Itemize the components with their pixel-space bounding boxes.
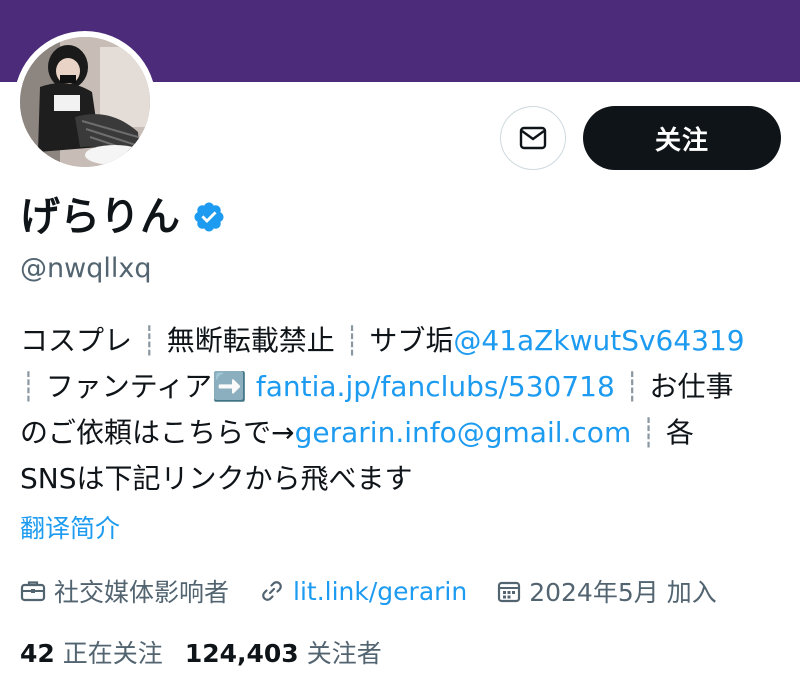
follow-stats: 42 正在关注 124,403 关注者 [20,632,404,672]
mention-link[interactable]: @41aZkwutSv64319 [453,324,744,357]
following-label: 正在关注 [62,639,163,668]
avatar-border [14,31,156,173]
bio-separator: ┊ [640,416,657,449]
bio-text: SNSは下記リンクから飛べます [20,462,413,495]
bio-line-2: ┊ ファンティア➡️ fantia.jp/fanclubs/530718 ┊ お… [20,364,790,410]
name-row: げらりん [20,190,226,244]
right-arrow-emoji: ➡️ [212,370,247,403]
avatar[interactable] [20,37,150,167]
following-count: 42 [20,639,55,668]
bio-text: 各 [665,416,694,449]
bio-text: のご依頼はこちらで→ [20,416,295,449]
followers-label: 关注者 [306,639,382,668]
link-icon [262,581,282,601]
bio-text: サブ垢 [369,324,454,357]
bio-line-1: コスプレ ┊ 無断転載禁止 ┊ サブ垢@41aZkwutSv64319 [20,318,790,364]
category-label: 社交媒体影响者 [54,578,230,607]
followers-count: 124,403 [184,639,299,668]
user-handle: @nwqllxq [20,253,152,284]
bio-text: お仕事 [649,370,734,403]
website-link[interactable]: lit.link/gerarin [293,577,467,606]
website-item[interactable]: lit.link/gerarin [259,577,467,606]
bio-separator: ┊ [623,370,641,403]
follow-button[interactable]: 关注 [583,106,781,170]
message-button[interactable] [500,106,566,170]
mail-icon [519,126,547,150]
bio-separator: ┊ [20,370,37,403]
bio-line-4: SNSは下記リンクから飛べます [20,456,790,502]
profile-meta: 社交媒体影响者 lit.link/gerarin 2024年5月 加入 [20,571,747,611]
avatar-photo [20,37,150,167]
bio-separator: ┊ [140,324,158,357]
display-name: げらりん [20,194,180,240]
email-link[interactable]: gerarin.info@gmail.com [295,416,632,449]
joined-item: 2024年5月 加入 [497,573,717,609]
bio-line-3: のご依頼はこちらで→gerarin.info@gmail.com ┊ 各 [20,410,790,456]
fantia-link[interactable]: fantia.jp/fanclubs/530718 [256,370,615,403]
bio-text: コスプレ [20,324,133,357]
translate-bio-link[interactable]: 翻译简介 [20,512,120,546]
following-stat[interactable]: 42 正在关注 [20,634,163,670]
calendar-icon [498,581,521,603]
category-item: 社交媒体影响者 [20,573,229,609]
verified-badge-icon[interactable] [192,200,226,234]
profile-bio: コスプレ ┊ 無断転載禁止 ┊ サブ垢@41aZkwutSv64319 ┊ ファ… [20,318,790,502]
bio-text: 無断転載禁止 [166,324,335,357]
joined-date: 2024年5月 加入 [529,578,717,607]
followers-stat[interactable]: 124,403 关注者 [185,634,382,670]
briefcase-icon [20,581,46,602]
bio-text: ファンティア [45,370,213,403]
bio-separator: ┊ [343,324,361,357]
